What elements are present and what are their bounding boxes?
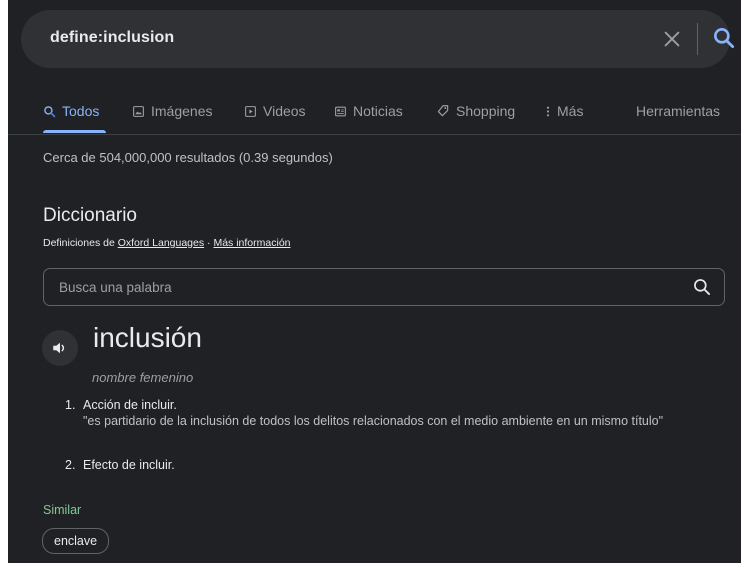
tab-videos[interactable]: Videos	[244, 103, 306, 119]
tab-label: Videos	[263, 103, 306, 119]
more-info-link[interactable]: Más información	[213, 237, 290, 249]
tab-label: Herramientas	[636, 103, 721, 119]
search-icon	[44, 105, 56, 117]
tools-button[interactable]: Herramientas	[636, 103, 720, 119]
headword: inclusión	[93, 322, 202, 353]
oxford-languages-link[interactable]: Oxford Languages	[118, 237, 204, 249]
word-search-box[interactable]: Busca una palabra	[43, 268, 725, 306]
tab-noticias[interactable]: Noticias	[334, 103, 403, 119]
pronunciation-button[interactable]	[42, 330, 78, 366]
dictionary-source: Definiciones de Oxford Languages · Más i…	[43, 237, 291, 249]
tab-mas[interactable]: Más	[545, 103, 583, 119]
dictionary-title: Diccionario	[43, 205, 137, 226]
tab-shopping[interactable]: Shopping	[436, 103, 515, 119]
word-search-input[interactable]: Busca una palabra	[59, 280, 172, 295]
tag-icon	[437, 105, 449, 117]
definition-text: Efecto de incluir.	[83, 458, 175, 472]
clear-icon[interactable]	[661, 28, 683, 50]
result-stats: Cerca de 504,000,000 resultados (0.39 se…	[43, 150, 333, 165]
image-icon	[133, 105, 144, 117]
definition-number: 2.	[65, 458, 76, 472]
definition-text: Acción de incluir.	[83, 398, 177, 412]
active-tab-indicator	[43, 130, 106, 133]
similar-label: Similar	[43, 503, 82, 517]
tab-label: Shopping	[456, 103, 516, 119]
search-icon[interactable]	[711, 25, 737, 51]
definition-number: 1.	[65, 398, 76, 412]
tab-label: Noticias	[353, 103, 403, 119]
part-of-speech: nombre femenino	[92, 370, 194, 385]
similar-word-chip[interactable]: enclave	[42, 528, 110, 554]
video-icon	[245, 105, 256, 117]
speaker-icon	[53, 342, 65, 354]
search-bar-divider	[697, 23, 698, 55]
search-tabs: Todos Imágenes Videos Noticias Shopping …	[8, 95, 741, 135]
search-icon[interactable]	[692, 277, 712, 297]
tab-label: Más	[557, 103, 584, 119]
more-vertical-icon	[546, 106, 550, 116]
news-icon	[335, 106, 346, 116]
definition-example: "es partidario de la inclusión de todos …	[83, 414, 664, 428]
tabs-divider	[8, 134, 741, 135]
tab-label: Todos	[62, 103, 100, 119]
source-prefix: Definiciones de	[43, 237, 115, 249]
search-input[interactable]: define:inclusion	[50, 29, 174, 47]
tab-imagenes[interactable]: Imágenes	[132, 103, 212, 119]
source-separator: ·	[207, 237, 211, 249]
tab-todos[interactable]: Todos	[43, 103, 99, 119]
search-bar[interactable]: define:inclusion	[21, 10, 735, 68]
tab-label: Imágenes	[151, 103, 213, 119]
search-results-page: define:inclusion Todos Imágenes Videos N…	[8, 0, 741, 563]
